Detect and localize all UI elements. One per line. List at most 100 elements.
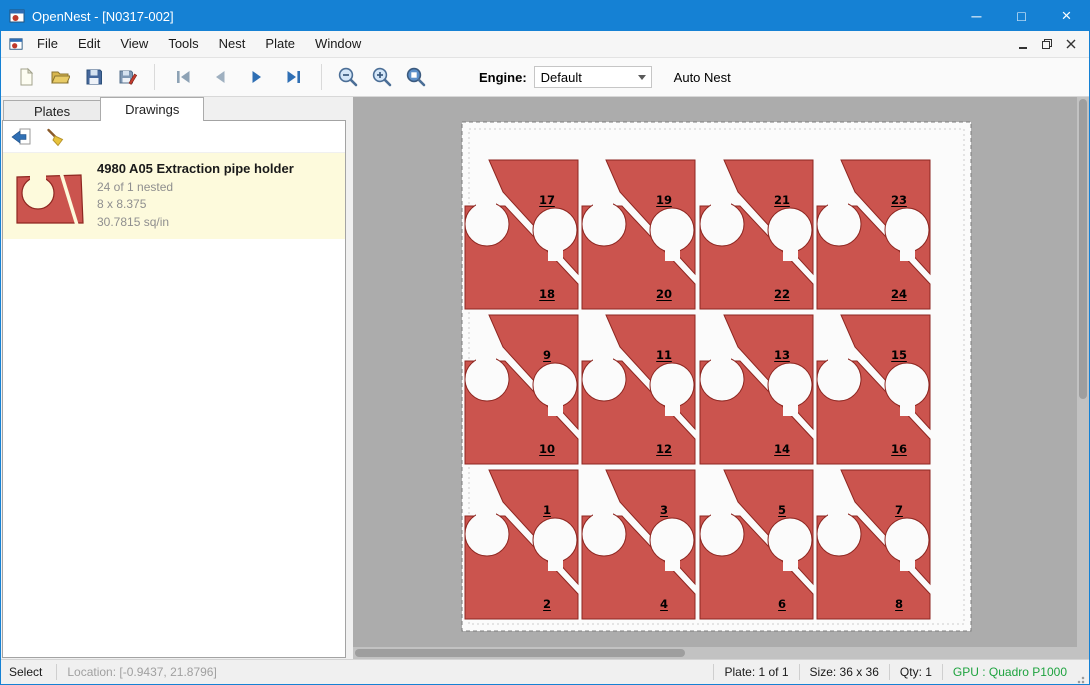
new-button[interactable]: [9, 61, 43, 93]
horizontal-scrollbar-thumb[interactable]: [355, 649, 685, 657]
app-window: OpenNest - [N0317-002] ─ □ × FileEditVie…: [0, 0, 1090, 685]
notch-mouth: [593, 194, 613, 212]
status-mode: Select: [1, 660, 56, 684]
engine-select[interactable]: Default: [534, 66, 652, 88]
zoom-in-button[interactable]: [365, 61, 399, 93]
zoom-fit-button[interactable]: [399, 61, 433, 93]
tab-strip: Plates Drawings: [3, 97, 203, 121]
app-icon: [9, 8, 25, 24]
open-button[interactable]: [43, 61, 77, 93]
menubar: FileEditViewToolsNestPlateWindow: [1, 31, 1089, 58]
drawing-list-item[interactable]: 4980 A05 Extraction pipe holder 24 of 1 …: [3, 153, 345, 239]
part-number: 9: [543, 348, 551, 362]
tab-drawings[interactable]: Drawings: [100, 97, 204, 121]
save-edit-button[interactable]: [111, 61, 145, 93]
zoom-in-icon: [371, 66, 393, 88]
notch-mouth: [900, 245, 915, 261]
menu-plate[interactable]: Plate: [255, 36, 305, 51]
auto-nest-button[interactable]: Auto Nest: [666, 66, 739, 89]
left-panel: Plates Drawings: [1, 97, 353, 659]
window-title: OpenNest - [N0317-002]: [32, 9, 174, 24]
drawing-nested-count: 24 of 1 nested: [97, 179, 294, 196]
part-number: 4: [660, 597, 668, 611]
mdi-minimize-icon[interactable]: [1011, 34, 1035, 54]
status-plate: Plate: 1 of 1: [714, 660, 798, 684]
clean-button[interactable]: [41, 124, 69, 150]
first-plate-button[interactable]: [164, 61, 201, 93]
part-number: 1: [543, 503, 551, 517]
menu-window[interactable]: Window: [305, 36, 371, 51]
broom-icon: [45, 127, 65, 147]
status-qty: Qty: 1: [890, 660, 942, 684]
previous-plate-button[interactable]: [201, 61, 238, 93]
last-plate-button[interactable]: [275, 61, 312, 93]
notch-mouth: [783, 245, 798, 261]
notch-mouth: [711, 194, 731, 212]
open-folder-icon: [50, 67, 70, 87]
drawing-title: 4980 A05 Extraction pipe holder: [97, 161, 294, 176]
part-number: 13: [774, 348, 790, 362]
notch-mouth: [548, 555, 563, 571]
notch-mouth: [476, 504, 496, 522]
part-number: 5: [778, 503, 786, 517]
horizontal-scrollbar[interactable]: [353, 647, 1077, 659]
next-arrow-icon: [247, 67, 267, 87]
part-number: 8: [895, 597, 903, 611]
part-number: 22: [774, 287, 790, 301]
nest-canvas[interactable]: 171819202122232491011121314151612345678: [353, 97, 1079, 649]
menu-view[interactable]: View: [110, 36, 158, 51]
zoom-out-icon: [337, 66, 359, 88]
minimize-button[interactable]: ─: [954, 1, 999, 31]
notch-mouth: [783, 400, 798, 416]
status-gpu: GPU : Quadro P1000: [943, 660, 1077, 684]
scrollbar-corner: [1077, 647, 1089, 659]
save-button[interactable]: [77, 61, 111, 93]
notch-mouth: [665, 555, 680, 571]
back-to-plates-button[interactable]: [7, 124, 35, 150]
part-number: 20: [656, 287, 672, 301]
toolbar-separator: [154, 64, 155, 90]
zoom-out-button[interactable]: [331, 61, 365, 93]
part-thumbnail: [11, 160, 89, 232]
part-number: 7: [895, 503, 903, 517]
notch-mouth: [711, 504, 731, 522]
tab-plates[interactable]: Plates: [3, 100, 101, 121]
resize-grip[interactable]: [1077, 674, 1087, 684]
menu-edit[interactable]: Edit: [68, 36, 110, 51]
part-number: 2: [543, 597, 551, 611]
save-edit-icon: [118, 67, 138, 87]
menu-items: FileEditViewToolsNestPlateWindow: [27, 31, 371, 57]
mdi-close-icon[interactable]: [1059, 34, 1083, 54]
mdi-restore-icon[interactable]: [1035, 34, 1059, 54]
next-plate-button[interactable]: [238, 61, 275, 93]
notch-mouth: [828, 504, 848, 522]
notch-mouth: [593, 349, 613, 367]
close-button[interactable]: ×: [1044, 1, 1089, 31]
drawing-dimensions: 8 x 8.375: [97, 196, 294, 213]
save-disk-icon: [84, 67, 104, 87]
notch-mouth: [548, 245, 563, 261]
part-number: 24: [891, 287, 907, 301]
menu-file[interactable]: File: [27, 36, 68, 51]
notch-mouth: [783, 555, 798, 571]
status-size: Size: 36 x 36: [800, 660, 889, 684]
zoom-fit-icon: [405, 66, 427, 88]
vertical-scrollbar[interactable]: [1077, 97, 1089, 647]
menu-nest[interactable]: Nest: [209, 36, 256, 51]
drawings-panel: 4980 A05 Extraction pipe holder 24 of 1 …: [2, 120, 346, 658]
part-number: 18: [539, 287, 555, 301]
menu-tools[interactable]: Tools: [158, 36, 208, 51]
notch-mouth: [828, 349, 848, 367]
chevron-down-icon: [634, 75, 651, 80]
maximize-button[interactable]: □: [999, 1, 1044, 31]
part-number: 21: [774, 193, 790, 207]
vertical-scrollbar-thumb[interactable]: [1079, 99, 1087, 399]
new-page-icon: [16, 67, 36, 87]
thumb-notch-mouth: [30, 171, 46, 184]
mdi-controls: [1011, 34, 1083, 54]
nest-canvas-area[interactable]: 171819202122232491011121314151612345678: [353, 97, 1089, 659]
part-number: 16: [891, 442, 907, 456]
document-icon: [9, 37, 23, 51]
notch-mouth: [476, 349, 496, 367]
part-number: 3: [660, 503, 668, 517]
